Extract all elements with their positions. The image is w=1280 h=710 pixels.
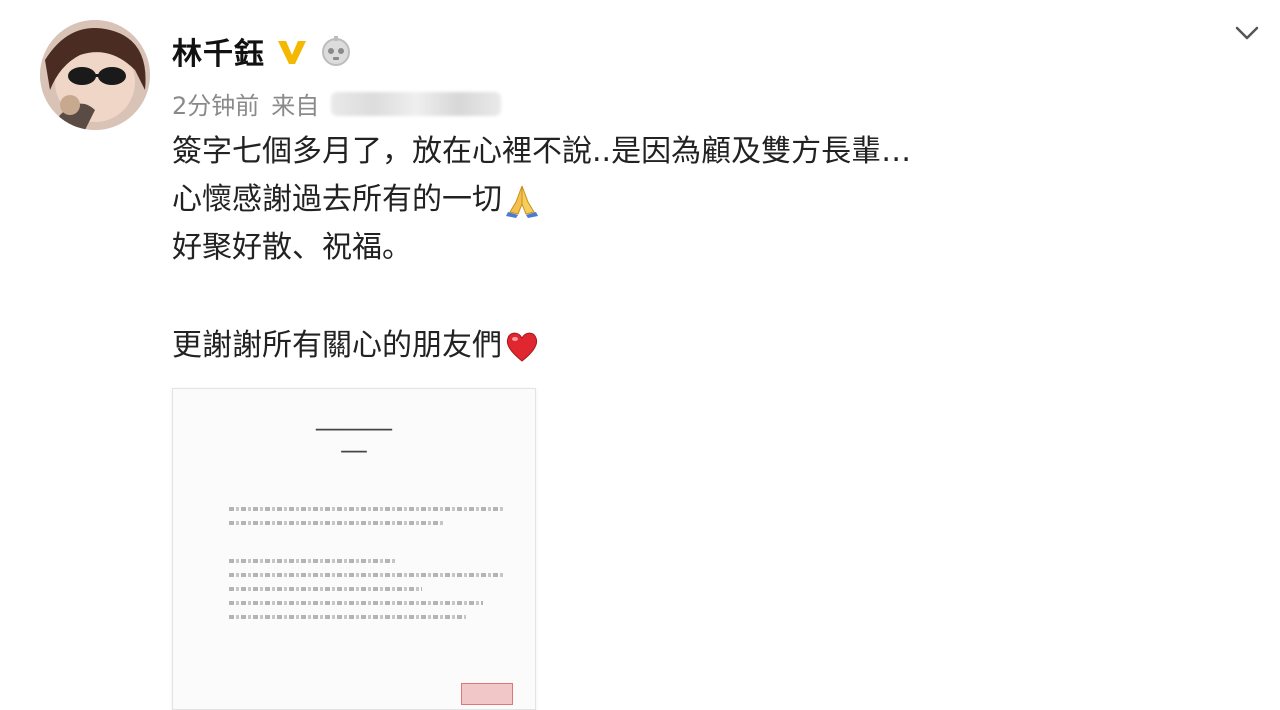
red-heart-icon [504,328,540,364]
post-line: 簽字七個多月了，放在心裡不說..是因為顧及雙方長輩… [172,128,911,176]
post-body: 簽字七個多月了，放在心裡不說..是因為顧及雙方長輩… 心懷感謝過去所有的一切 好… [172,128,911,370]
source-blurred [331,91,502,116]
post-line-text: 心懷感謝過去所有的一切 [172,182,502,217]
folded-hands-icon [504,182,540,218]
author-name[interactable]: 林千鈺 [172,29,265,73]
avatar-photo [40,20,150,130]
source-prefix: 来自 [271,92,320,120]
post-line-text: 好聚好散、祝福。 [172,230,412,265]
document-body [229,501,505,629]
member-badge-icon[interactable] [319,34,353,68]
post-line-text: 簽字七個多月了，放在心裡不說..是因為顧及雙方長輩… [172,134,912,169]
document-subtitle-scribble: ▔▔▔ [341,451,367,464]
post-line-text: 更謝謝所有關心的朋友們 [172,328,502,363]
verified-v-icon[interactable] [275,34,309,68]
document-seal [461,683,513,705]
attached-document-image[interactable]: ▔▔▔▔▔▔▔▔▔ ▔▔▔ [172,388,536,710]
post-line: 更謝謝所有關心的朋友們 [172,322,911,370]
chevron-down-icon[interactable] [1232,18,1262,48]
author-row: 林千鈺 [172,30,353,72]
post-line: 心懷感謝過去所有的一切 [172,176,911,224]
document-title-scribble: ▔▔▔▔▔▔▔▔▔ [315,429,393,442]
post-line: 好聚好散、祝福。 [172,224,911,272]
user-avatar[interactable] [40,20,150,130]
post-meta: 2分钟前 来自 [172,86,502,121]
post-time[interactable]: 2分钟前 [172,86,259,121]
